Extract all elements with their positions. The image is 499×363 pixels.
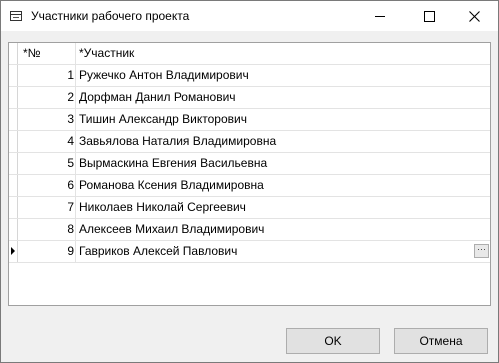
- column-header-number[interactable]: *№: [18, 43, 76, 64]
- minimize-icon: [375, 15, 385, 17]
- table-row[interactable]: 7 Николаев Николай Сергеевич: [9, 197, 490, 219]
- table-row[interactable]: 6 Романова Ксения Владимировна: [9, 175, 490, 197]
- participant-cell[interactable]: Ружечко Антон Владимирович: [76, 65, 490, 86]
- participant-cell[interactable]: Дорфман Данил Романович: [76, 87, 490, 108]
- window-title: Участники рабочего проекта: [31, 9, 190, 23]
- participant-cell[interactable]: Завьялова Наталия Владимировна: [76, 131, 490, 152]
- ellipsis-lookup-button[interactable]: ···: [474, 244, 489, 258]
- table-row[interactable]: 4 Завьялова Наталия Владимировна: [9, 131, 490, 153]
- table-row-current[interactable]: 9 Гавриков Алексей Павлович ···: [9, 241, 490, 263]
- row-indicator[interactable]: [9, 219, 18, 240]
- maximize-button[interactable]: [406, 1, 452, 31]
- column-header-participant[interactable]: *Участник: [76, 43, 490, 64]
- table-row[interactable]: 8 Алексеев Михаил Владимирович: [9, 219, 490, 241]
- participant-cell[interactable]: Алексеев Михаил Владимирович: [76, 219, 490, 240]
- row-indicator[interactable]: [9, 197, 18, 218]
- close-button[interactable]: [451, 1, 497, 31]
- row-indicator[interactable]: [9, 175, 18, 196]
- cancel-button[interactable]: Отмена: [394, 328, 488, 354]
- title-bar[interactable]: Участники рабочего проекта: [1, 1, 498, 31]
- row-indicator[interactable]: [9, 109, 18, 130]
- grid-header-row: *№ *Участник: [9, 43, 490, 65]
- window-app-icon: [10, 11, 22, 21]
- minimize-button[interactable]: [357, 1, 403, 31]
- maximize-icon: [423, 10, 435, 22]
- table-row[interactable]: 5 Вырмаскина Евгения Васильевна: [9, 153, 490, 175]
- current-row-arrow-icon: [11, 247, 15, 255]
- row-number-cell[interactable]: 7: [18, 197, 76, 218]
- table-row[interactable]: 2 Дорфман Данил Романович: [9, 87, 490, 109]
- row-indicator[interactable]: [9, 87, 18, 108]
- row-indicator[interactable]: [9, 131, 18, 152]
- participants-grid[interactable]: *№ *Участник 1 Ружечко Антон Владимирови…: [8, 42, 491, 306]
- row-number-cell[interactable]: 6: [18, 175, 76, 196]
- table-row[interactable]: 3 Тишин Александр Викторович: [9, 109, 490, 131]
- row-number-cell[interactable]: 5: [18, 153, 76, 174]
- row-indicator[interactable]: [9, 153, 18, 174]
- participant-cell[interactable]: Романова Ксения Владимировна: [76, 175, 490, 196]
- row-number-cell[interactable]: 3: [18, 109, 76, 130]
- ok-button[interactable]: OK: [286, 328, 380, 354]
- row-number-cell[interactable]: 9: [18, 241, 76, 262]
- row-number-cell[interactable]: 4: [18, 131, 76, 152]
- participant-cell[interactable]: Николаев Николай Сергеевич: [76, 197, 490, 218]
- close-icon: [468, 10, 480, 22]
- row-number-cell[interactable]: 1: [18, 65, 76, 86]
- dialog-window: Участники рабочего проекта *№ *Участник …: [0, 0, 499, 363]
- row-number-cell[interactable]: 2: [18, 87, 76, 108]
- participant-cell[interactable]: Тишин Александр Викторович: [76, 109, 490, 130]
- row-indicator[interactable]: [9, 65, 18, 86]
- row-number-cell[interactable]: 8: [18, 219, 76, 240]
- participant-cell[interactable]: Гавриков Алексей Павлович: [76, 241, 490, 262]
- participant-cell[interactable]: Вырмаскина Евгения Васильевна: [76, 153, 490, 174]
- table-row[interactable]: 1 Ружечко Антон Владимирович: [9, 65, 490, 87]
- row-indicator[interactable]: [9, 241, 18, 262]
- header-indicator-cell: [9, 43, 18, 64]
